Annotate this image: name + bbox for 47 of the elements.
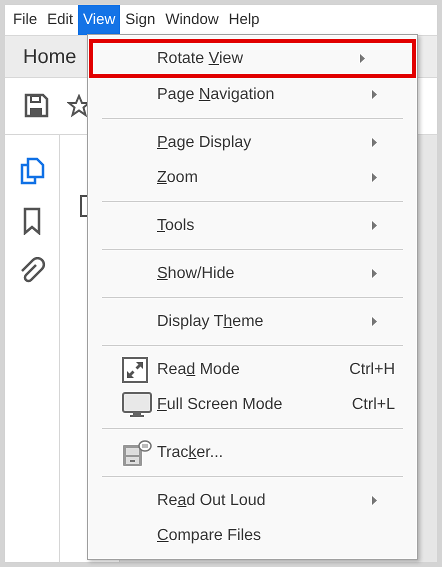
menu-item-label: Compare Files	[157, 526, 262, 546]
menu-bar-item[interactable]: Sign	[120, 5, 160, 35]
submenu-arrow-icon	[372, 173, 377, 182]
menu-item-label: Rotate View	[157, 48, 244, 68]
menu-item-label: Full Screen Mode	[157, 394, 284, 414]
save-icon[interactable]	[23, 93, 49, 119]
menu-item[interactable]: Compare Files	[88, 518, 417, 553]
menu-item[interactable]: Read Mode Ctrl+H	[88, 352, 417, 387]
bookmark-icon[interactable]	[22, 207, 42, 235]
submenu-arrow-icon	[372, 317, 377, 326]
cabinet-icon	[122, 438, 152, 466]
menu-bar-item[interactable]: Help	[224, 5, 265, 35]
menu-item[interactable]: Tools	[88, 208, 417, 243]
menu-item[interactable]: Display Theme	[88, 304, 417, 339]
menu-bar-item[interactable]: Edit	[42, 5, 78, 35]
menu-bar-item[interactable]: Window	[160, 5, 224, 35]
shortcut-label: Ctrl+L	[352, 394, 395, 414]
monitor-icon	[122, 392, 152, 418]
expand-icon	[122, 356, 148, 382]
menu-item-label: Read Mode	[157, 360, 241, 380]
menu-item-label: Page Navigation	[157, 84, 276, 104]
tab[interactable]: Home	[23, 42, 76, 72]
menu-item[interactable]: Zoom	[88, 160, 417, 195]
menu-item[interactable]: Page Display	[88, 125, 417, 160]
menu-item[interactable]: Read Out Loud	[88, 483, 417, 518]
menu-item-label: Read Out Loud	[157, 490, 267, 510]
menu-item[interactable]: Show/Hide	[88, 256, 417, 291]
menu-item[interactable]: Page Navigation	[88, 77, 417, 112]
menu-bar-item[interactable]: File	[8, 5, 42, 35]
menu-item-label: Page Display	[157, 132, 252, 152]
menu-item-label: Tools	[157, 216, 196, 236]
menu-item-label: Display Theme	[157, 312, 264, 332]
submenu-arrow-icon	[360, 54, 365, 63]
submenu-arrow-icon	[372, 496, 377, 505]
menu-bar-item[interactable]: View	[78, 5, 120, 35]
menu-item-label: Show/Hide	[157, 264, 236, 284]
menu-item-label: Zoom	[157, 168, 199, 188]
menu-item[interactable]: Tracker...	[88, 435, 417, 470]
submenu-arrow-icon	[372, 90, 377, 99]
menu-item[interactable]: Full Screen Mode Ctrl+L	[88, 387, 417, 422]
menu-item-label: Tracker...	[157, 442, 224, 462]
pages-icon[interactable]	[19, 157, 45, 185]
submenu-arrow-icon	[372, 221, 377, 230]
submenu-arrow-icon	[372, 269, 377, 278]
menu-item[interactable]: Rotate View	[89, 39, 416, 78]
submenu-arrow-icon	[372, 138, 377, 147]
shortcut-label: Ctrl+H	[349, 360, 395, 380]
